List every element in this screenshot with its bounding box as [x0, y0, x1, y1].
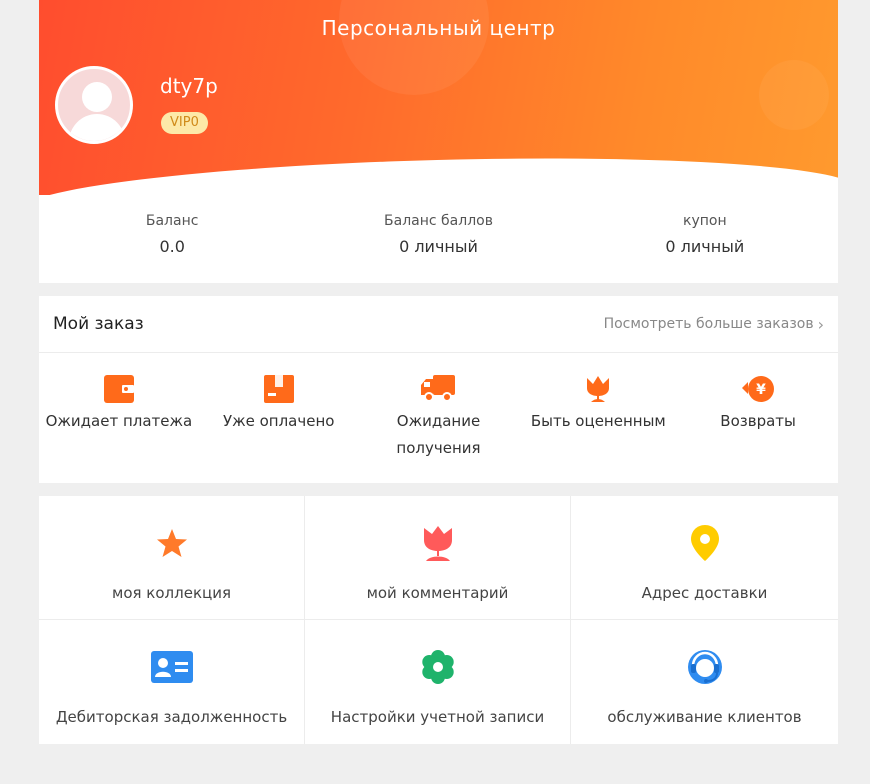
page-title: Персональный центр — [321, 16, 556, 40]
id-card-icon — [150, 646, 193, 688]
settings-gear-icon — [420, 646, 456, 688]
location-pin-icon — [690, 522, 720, 564]
stat-label: Баланс баллов — [384, 213, 493, 229]
orders-title: Мой заказ — [53, 314, 144, 334]
username: dty7p — [160, 74, 218, 98]
header-decoration — [759, 60, 829, 130]
menu-receivables[interactable]: Дебиторская задолженность — [39, 620, 305, 744]
personal-center-page: Персональный центр dty7p VIP0 Баланс 0.0… — [39, 0, 838, 744]
stat-value: 0 личный — [665, 237, 745, 256]
package-icon — [199, 373, 359, 405]
menu-account-settings[interactable]: Настройки учетной записи — [305, 620, 571, 744]
menu-label: Адрес доставки — [641, 584, 768, 602]
account-stats: Баланс 0.0 Баланс баллов 0 личный купон … — [39, 195, 838, 283]
avatar[interactable] — [55, 66, 133, 144]
order-status-awaiting-receipt[interactable]: Ожидание получения — [359, 373, 519, 462]
flower-icon — [518, 373, 678, 405]
stat-label: Баланс — [145, 213, 199, 229]
stat-balance[interactable]: Баланс 0.0 — [39, 195, 305, 283]
headset-icon — [686, 646, 724, 688]
chevron-right-icon: › — [817, 314, 824, 334]
order-status-label: Возвраты — [720, 412, 796, 430]
order-status-label: Уже оплачено — [222, 412, 335, 430]
order-status-row: Ожидает платежа Уже оплачено Ожидание по… — [39, 353, 838, 462]
avatar-head-shape — [82, 82, 112, 112]
my-orders-section: Мой заказ Посмотреть больше заказов › Ож… — [39, 296, 838, 483]
avatar-body-shape — [69, 114, 125, 141]
stat-label: купон — [683, 213, 727, 229]
wallet-icon — [39, 373, 199, 405]
menu-my-collection[interactable]: моя коллекция — [39, 496, 305, 620]
truck-icon — [359, 373, 519, 405]
menu-delivery-address[interactable]: Адрес доставки — [571, 496, 838, 620]
header-decoration — [339, 0, 489, 95]
menu-label: Дебиторская задолженность — [55, 708, 288, 726]
order-status-pending-payment[interactable]: Ожидает платежа — [39, 373, 199, 462]
svg-text:¥: ¥ — [756, 382, 766, 398]
header-wave — [39, 149, 838, 196]
view-more-orders-link[interactable]: Посмотреть больше заказов › — [604, 315, 824, 334]
menu-customer-service[interactable]: обслуживание клиентов — [571, 620, 838, 744]
order-status-label: Ожидание получения — [396, 412, 481, 457]
menu-label: мой комментарий — [366, 584, 509, 602]
stat-coupon[interactable]: купон 0 личный — [572, 195, 838, 283]
star-icon — [156, 522, 188, 564]
stat-points[interactable]: Баланс баллов 0 личный — [305, 195, 571, 283]
view-more-orders-label: Посмотреть больше заказов — [603, 316, 814, 332]
vip-badge: VIP0 — [161, 112, 208, 134]
order-status-to-review[interactable]: Быть оцененным — [518, 373, 678, 462]
order-status-label: Ожидает платежа — [45, 412, 193, 430]
menu-label: моя коллекция — [112, 584, 231, 602]
menu-label: обслуживание клиентов — [607, 708, 802, 726]
order-status-paid[interactable]: Уже оплачено — [199, 373, 359, 462]
service-menu-grid: моя коллекция мой комментарий Адрес дост… — [39, 496, 838, 744]
stat-value: 0 личный — [399, 237, 478, 256]
order-status-label: Быть оцененным — [530, 412, 666, 430]
tulip-icon — [420, 522, 456, 564]
menu-label: Настройки учетной записи — [330, 708, 545, 726]
menu-my-comment[interactable]: мой комментарий — [305, 496, 571, 620]
orders-header: Мой заказ Посмотреть больше заказов › — [39, 296, 838, 353]
refund-icon: ¥ — [678, 373, 838, 405]
order-status-refunds[interactable]: ¥ Возвраты — [678, 373, 838, 462]
stat-value: 0.0 — [159, 237, 185, 256]
profile-header: Персональный центр dty7p VIP0 — [39, 0, 838, 196]
